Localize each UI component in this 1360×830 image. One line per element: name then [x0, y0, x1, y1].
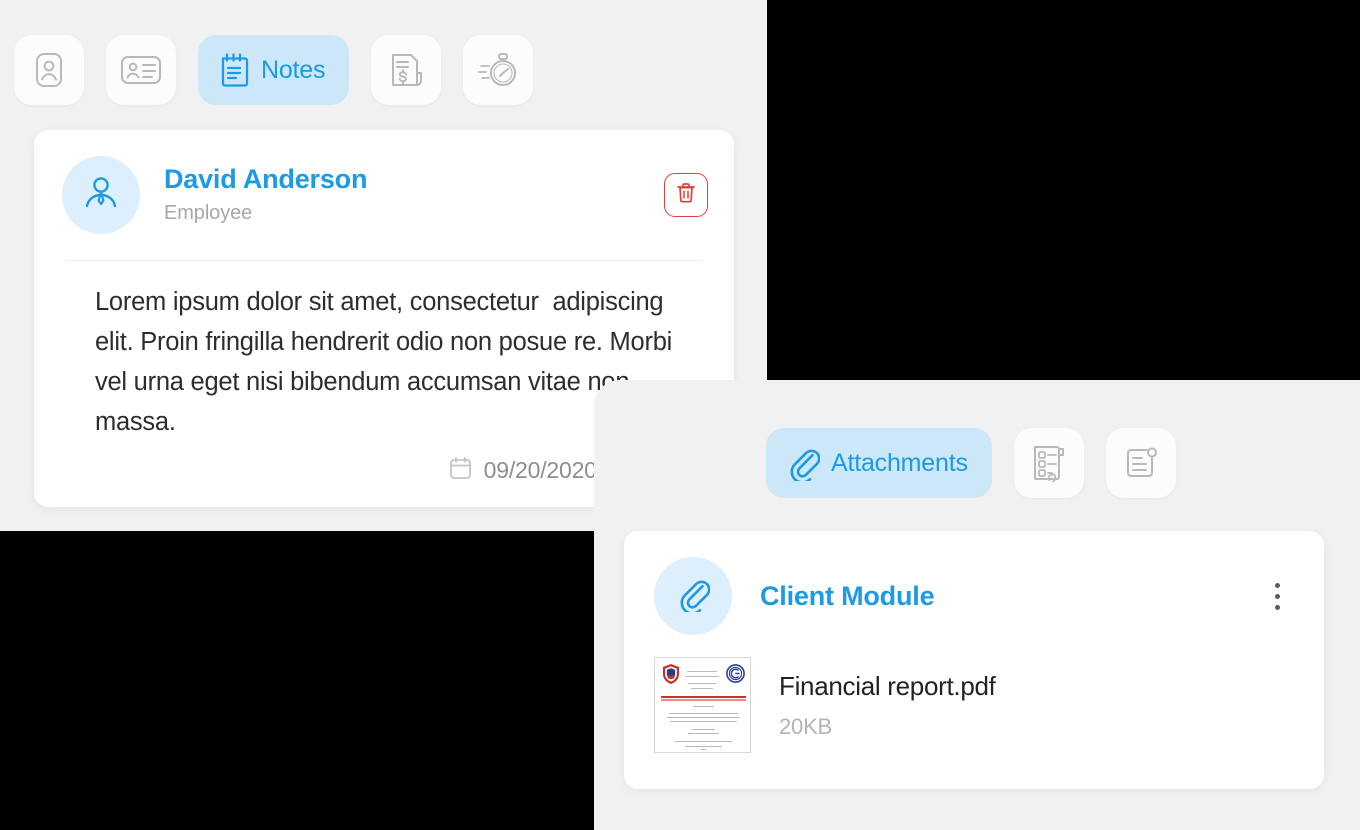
tab-checklist[interactable]	[1013, 428, 1084, 498]
note-divider	[66, 260, 702, 261]
notes-tab-strip: Notes	[14, 35, 534, 105]
attachment-file-row: Financial report.pdf 20KB	[654, 657, 1294, 753]
tab-attachments-label: Attachments	[831, 448, 968, 477]
tab-profile[interactable]	[14, 35, 84, 105]
menu-dot	[1274, 593, 1280, 599]
trash-icon	[675, 181, 697, 210]
tab-contact[interactable]	[106, 35, 176, 105]
note-role: Employee	[164, 202, 253, 225]
invoice-dollar-icon	[387, 51, 425, 89]
avatar	[62, 156, 140, 234]
attachment-card: Client Module Financial report.pdf 20KB	[624, 531, 1324, 789]
id-card-icon	[120, 54, 162, 86]
pdf-thumbnail[interactable]	[654, 657, 751, 753]
tab-notes-label: Notes	[261, 55, 326, 84]
document-badge-icon	[1123, 445, 1159, 481]
calendar-icon	[449, 456, 472, 485]
tab-timesheet[interactable]	[463, 35, 534, 105]
note-identity: David Anderson Employee	[164, 163, 664, 226]
delete-note-button[interactable]	[664, 173, 708, 217]
menu-dot	[1274, 604, 1280, 610]
paperclip-icon	[786, 445, 820, 481]
attachments-tab-strip: Attachments	[766, 428, 1176, 498]
tab-documents[interactable]	[1105, 428, 1176, 498]
tab-invoices[interactable]	[371, 35, 442, 105]
file-size: 20KB	[779, 713, 833, 739]
file-meta: Financial report.pdf 20KB	[779, 671, 996, 740]
paperclip-icon	[676, 576, 711, 617]
stopwatch-icon	[478, 51, 518, 89]
note-author: David Anderson	[164, 163, 368, 194]
menu-dot	[1274, 582, 1280, 588]
employee-avatar-icon	[82, 174, 120, 217]
attachment-avatar	[654, 557, 732, 635]
tab-notes[interactable]: Notes	[198, 35, 350, 105]
notepad-icon	[218, 51, 250, 89]
more-vertical-icon[interactable]	[1264, 579, 1290, 613]
person-card-icon	[33, 52, 65, 88]
attachment-title: Client Module	[760, 580, 935, 611]
file-name: Financial report.pdf	[779, 670, 996, 701]
checklist-hand-icon	[1029, 443, 1069, 483]
tab-attachments[interactable]: Attachments	[766, 428, 992, 498]
note-header: David Anderson Employee	[34, 130, 734, 260]
attachment-header: Client Module	[624, 531, 1324, 661]
